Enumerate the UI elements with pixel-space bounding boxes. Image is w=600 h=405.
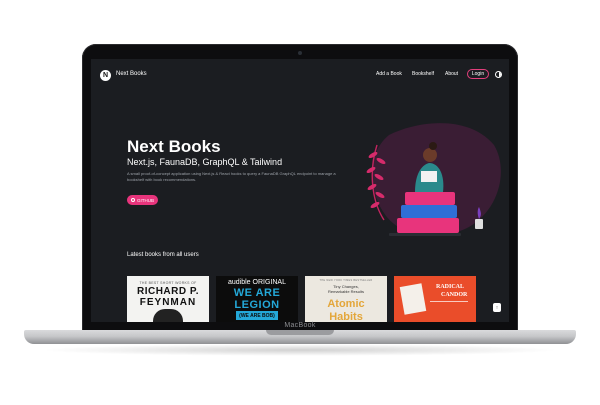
nav-link-bookshelf[interactable]: Bookshelf (412, 71, 434, 77)
app-screen: N Next Books Add a Book Bookshelf About … (91, 59, 509, 322)
reading-illustration (366, 123, 501, 236)
book-cover-subtitle: (WE ARE BOB) (236, 311, 278, 320)
book-cover-title: LEGION (234, 299, 280, 311)
laptop-shadow (40, 344, 560, 356)
book-stack-bottom (397, 218, 459, 233)
open-book (421, 171, 437, 182)
hero-title: Next Books (127, 137, 221, 156)
book-cover-title: WE ARE (233, 287, 281, 299)
theme-toggle-icon[interactable] (495, 71, 502, 78)
book-stack-top (405, 192, 455, 205)
person-head (423, 148, 437, 162)
author-portrait (153, 309, 183, 322)
book-stack-middle (401, 205, 457, 218)
book-cover-tagline: Remarkable Results (327, 289, 364, 294)
plant-pot (475, 219, 483, 229)
book-card[interactable]: THE NEW YORK TIMES BESTSELLER Tiny Chang… (305, 276, 387, 322)
github-button-label: GITHUB (136, 197, 154, 203)
hero-subtitle: Next.js, FaunaDB, GraphQL & Tailwind (127, 157, 283, 167)
book-cover-rule (430, 301, 468, 302)
book-cover-title: RADICAL (436, 284, 465, 290)
book-cover-title: RICHARD P. (136, 286, 200, 297)
section-title: Latest books from all users (127, 252, 199, 258)
book-card[interactable]: THE BEST SHORT WORKS OF RICHARD P. FEYNM… (127, 276, 209, 322)
github-button[interactable]: GITHUB (127, 195, 158, 205)
nav-link-add-book[interactable]: Add a Book (376, 71, 402, 77)
laptop-notch (266, 330, 334, 335)
camera-icon (298, 51, 302, 55)
hero-description: A small proof-of-concept application usi… (127, 171, 336, 182)
floor-line (389, 233, 461, 236)
book-cover-top-text: THE NEW YORK TIMES BESTSELLER (319, 279, 373, 282)
book-cover-title: CANDOR (441, 292, 468, 298)
login-button[interactable]: Login (467, 69, 489, 79)
brand-name[interactable]: Next Books (116, 71, 147, 77)
scroll-to-top-icon[interactable]: ↑ (493, 303, 501, 312)
book-card[interactable]: RADICAL CANDOR (394, 276, 476, 322)
book-cover-title: Habits (329, 311, 363, 322)
macbook-label: MacBook (284, 322, 316, 329)
top-nav: N Next Books Add a Book Bookshelf About … (91, 59, 509, 91)
nav-link-about[interactable]: About (445, 71, 458, 77)
brand-logo-icon[interactable]: N (100, 70, 111, 81)
book-cover-top-text: THE BEST SHORT WORKS OF (139, 281, 197, 285)
book-cover-title: Atomic (327, 298, 365, 310)
book-cover-graphic (399, 283, 427, 315)
laptop-mockup: N Next Books Add a Book Bookshelf About … (0, 0, 600, 405)
github-icon (130, 198, 135, 202)
person-hair-bun (429, 142, 437, 150)
book-cover-top-text: audible ORIGINAL (228, 279, 286, 286)
book-card[interactable]: audible ORIGINAL WE ARE LEGION (WE ARE B… (216, 276, 298, 322)
book-cover-title: FEYNMAN (139, 297, 197, 308)
